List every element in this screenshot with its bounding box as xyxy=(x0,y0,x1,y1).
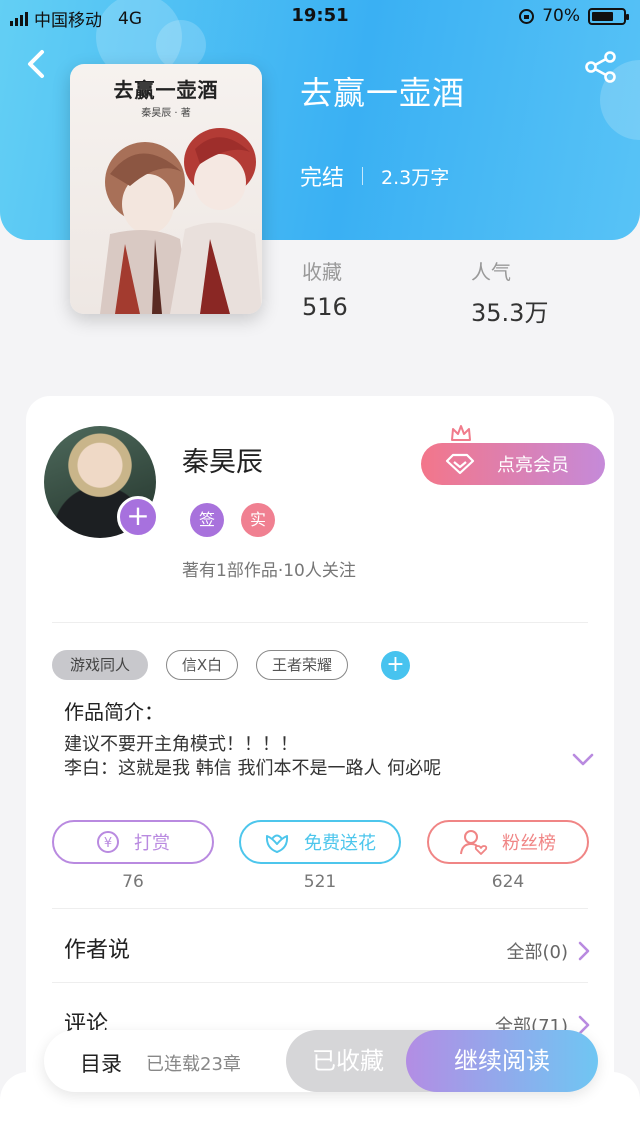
chevron-right-icon xyxy=(578,941,590,961)
battery-icon xyxy=(588,7,629,25)
status-bar: 中国移动 4G 19:51 70% xyxy=(0,0,640,34)
intro-label: 作品简介： xyxy=(64,700,164,724)
divider xyxy=(52,622,588,623)
reward-button[interactable]: ¥ 打赏 xyxy=(52,820,214,864)
stat-label: 收藏 xyxy=(302,260,342,284)
book-cover[interactable]: 去赢一壶酒 秦昊辰 · 著 xyxy=(70,64,262,314)
diamond-icon xyxy=(445,453,475,475)
share-icon[interactable] xyxy=(584,50,618,84)
author-says-link[interactable]: 全部(0) xyxy=(507,938,591,964)
divider xyxy=(52,908,588,909)
tag-item[interactable]: 游戏同人 xyxy=(52,650,148,680)
intro-line: 建议不要开主角模式！！！！ xyxy=(64,734,298,755)
divider xyxy=(52,982,588,983)
flower-icon xyxy=(265,834,289,853)
user-heart-icon xyxy=(460,830,488,855)
stat-value: 516 xyxy=(302,293,348,321)
book-status: 完结 xyxy=(300,166,345,191)
fan-ranking-button[interactable]: 粉丝榜 xyxy=(427,820,589,864)
battery-percent: 70% xyxy=(542,6,580,26)
vip-button[interactable]: 点亮会员 xyxy=(421,443,605,485)
send-flower-label: 免费送花 xyxy=(304,833,376,854)
send-flower-button[interactable]: 免费送花 xyxy=(239,820,401,864)
vip-button-label: 点亮会员 xyxy=(497,455,569,476)
intro-text: 建议不要开主角模式！！！！ 李白：这就是我 韩信 我们本不是一路人 何必呢 xyxy=(64,733,441,781)
fan-ranking-label: 粉丝榜 xyxy=(502,833,556,854)
back-icon[interactable] xyxy=(22,46,52,82)
stat-favorites: 收藏 516 xyxy=(302,256,348,321)
add-tag-button[interactable]: + xyxy=(381,651,410,680)
stat-value: 35.3万 xyxy=(471,299,549,327)
author-says-count: 全部(0) xyxy=(506,942,569,963)
crown-icon xyxy=(451,425,471,441)
toc-button[interactable]: 目录 xyxy=(80,1048,122,1078)
intro-line: 李白：这就是我 韩信 我们本不是一路人 何必呢 xyxy=(64,758,442,779)
tag-item[interactable]: 王者荣耀 xyxy=(256,650,348,680)
orientation-lock-icon xyxy=(519,8,535,24)
fan-count: 624 xyxy=(491,872,525,892)
signed-badge: 签 xyxy=(190,503,224,537)
chapter-count: 已连载23章 xyxy=(146,1054,241,1075)
author-info: 著有1部作品·10人关注 xyxy=(182,561,356,581)
yen-coin-icon: ¥ xyxy=(97,831,119,853)
book-title: 去赢一壶酒 xyxy=(300,74,466,112)
continue-reading-button[interactable]: 继续阅读 xyxy=(406,1030,598,1092)
flower-count: 521 xyxy=(303,872,337,892)
follow-author-button[interactable]: + xyxy=(117,496,159,538)
svg-text:¥: ¥ xyxy=(104,836,112,851)
word-count: 2.3万字 xyxy=(381,166,450,189)
meta-divider xyxy=(362,167,364,185)
verified-badge: 实 xyxy=(241,503,275,537)
author-name[interactable]: 秦昊辰 xyxy=(182,440,263,479)
book-meta: 完结 2.3万字 xyxy=(300,160,449,192)
tag-item[interactable]: 信X白 xyxy=(166,650,238,680)
stat-label: 人气 xyxy=(471,260,511,284)
reward-count: 76 xyxy=(122,872,144,892)
author-says-title: 作者说 xyxy=(64,938,131,963)
cover-illustration xyxy=(100,128,262,314)
stat-popularity: 人气 35.3万 xyxy=(471,256,548,328)
chevron-down-icon[interactable] xyxy=(571,752,595,768)
reward-label: 打赏 xyxy=(134,833,170,854)
